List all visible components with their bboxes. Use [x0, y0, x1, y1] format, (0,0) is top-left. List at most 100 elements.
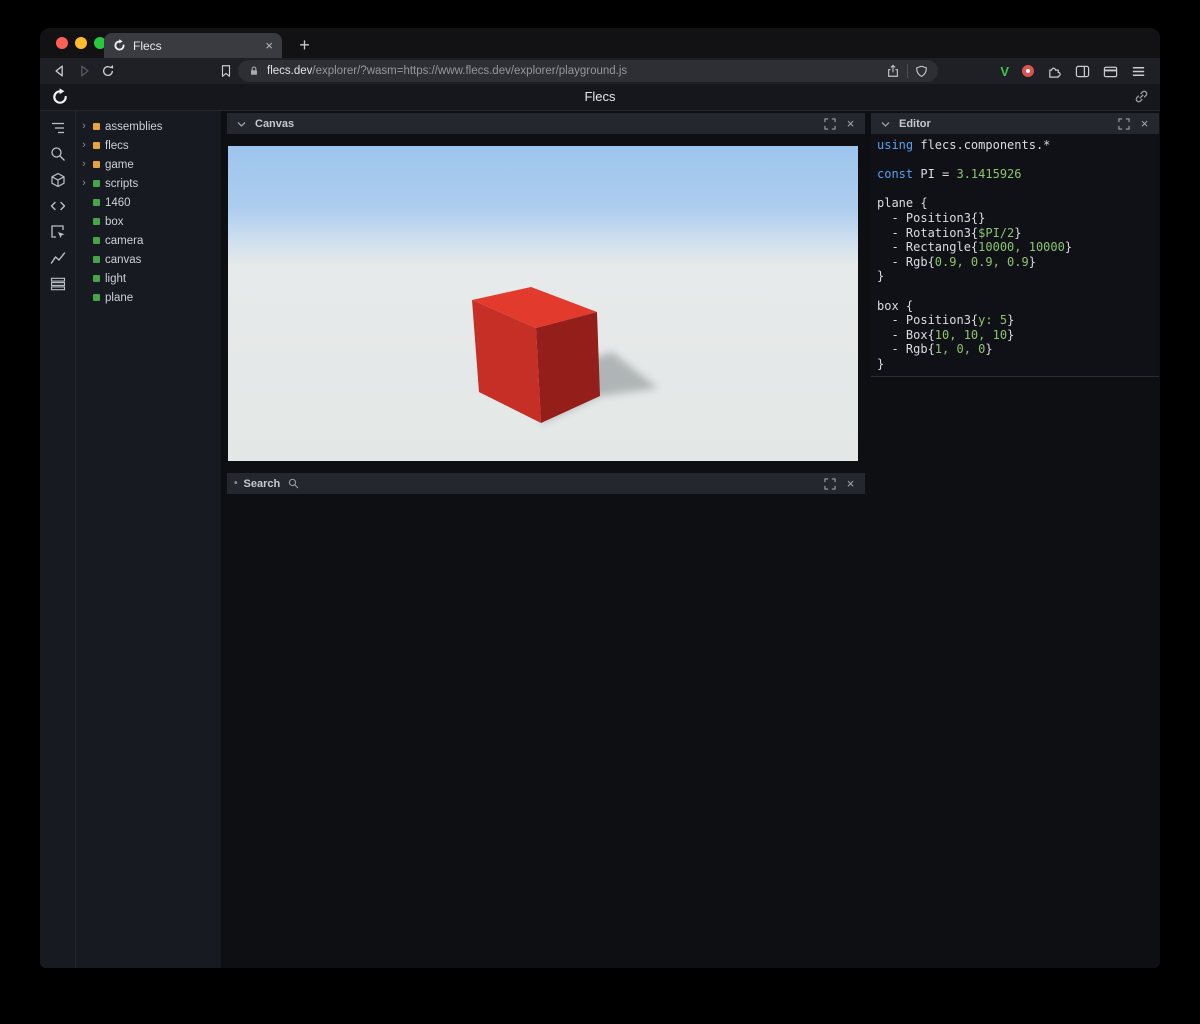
inspect-cursor-icon[interactable]: [50, 224, 66, 240]
fullscreen-icon[interactable]: [1116, 116, 1131, 131]
share-link-icon[interactable]: [1134, 89, 1149, 104]
close-panel-icon[interactable]: ×: [843, 116, 858, 131]
screenshot-root: Flecs × +: [0, 0, 1200, 1024]
red-extension-icon[interactable]: [1022, 65, 1034, 77]
editor-panel-title: Editor: [899, 118, 931, 130]
search-icon[interactable]: [50, 146, 66, 162]
fullscreen-icon[interactable]: [822, 116, 837, 131]
address-bar-divider: [907, 64, 908, 78]
queries-rows-icon[interactable]: [50, 276, 66, 292]
entities-cube-icon[interactable]: [50, 172, 66, 188]
tree-item-label: flecs: [105, 140, 129, 152]
code-line: [877, 284, 1159, 299]
close-panel-icon[interactable]: ×: [1137, 116, 1152, 131]
code-line: box {: [877, 299, 1159, 314]
tree-item-label: scripts: [105, 178, 138, 190]
entity-kind-icon: [93, 161, 100, 168]
outliner-icon[interactable]: [50, 120, 66, 136]
extensions-puzzle-icon[interactable]: [1047, 64, 1062, 79]
disclosure-chevron-icon[interactable]: ›: [80, 140, 88, 151]
bookmark-icon[interactable]: [218, 63, 234, 79]
close-window-button[interactable]: [56, 37, 68, 49]
fullscreen-icon[interactable]: [822, 476, 837, 491]
url-path: /explorer/?wasm=https://www.flecs.dev/ex…: [312, 65, 627, 77]
tree-item-flecs[interactable]: › flecs: [76, 136, 221, 155]
3d-viewport[interactable]: [228, 146, 858, 461]
code-line: - Rotation3{$PI/2}: [877, 226, 1159, 241]
code-line: - Rgb{1, 0, 0}: [877, 342, 1159, 357]
menu-icon[interactable]: [1131, 64, 1146, 79]
tree-item-assemblies[interactable]: › assemblies: [76, 117, 221, 136]
tree-item-light[interactable]: ›light: [76, 269, 221, 288]
code-line: - Rgb{0.9, 0.9, 0.9}: [877, 255, 1159, 270]
new-tab-button[interactable]: +: [292, 33, 317, 58]
search-panel-header[interactable]: • Search ×: [227, 473, 865, 494]
chevron-down-icon[interactable]: [234, 116, 249, 131]
code-line: [877, 153, 1159, 168]
tree-item-camera[interactable]: ›camera: [76, 231, 221, 250]
disclosure-chevron-icon[interactable]: ›: [80, 178, 88, 189]
tool-strip: [40, 111, 76, 968]
page-title: Flecs: [40, 84, 1160, 110]
code-line: plane {: [877, 196, 1159, 211]
canvas-panel-title: Canvas: [255, 118, 294, 130]
entity-kind-icon: [93, 237, 100, 244]
code-line: }: [877, 357, 1159, 372]
tree-item-1460[interactable]: ›1460: [76, 193, 221, 212]
code-line: - Position3{y: 5}: [877, 313, 1159, 328]
close-panel-icon[interactable]: ×: [843, 476, 858, 491]
entity-kind-icon: [93, 256, 100, 263]
tree-item-scripts[interactable]: › scripts: [76, 174, 221, 193]
collapsed-bullet-icon[interactable]: •: [234, 478, 238, 489]
address-bar[interactable]: flecs.dev/explorer/?wasm=https://www.fle…: [238, 60, 938, 82]
canvas-panel-header[interactable]: Canvas ×: [227, 113, 865, 134]
tab-favicon-icon: [113, 39, 126, 52]
app-header: Flecs: [40, 84, 1160, 111]
stats-chart-icon[interactable]: [50, 250, 66, 266]
browser-window: Flecs × +: [40, 28, 1160, 968]
tree-item-canvas[interactable]: ›canvas: [76, 250, 221, 269]
code-line: - Rectangle{10000, 10000}: [877, 240, 1159, 255]
search-panel-title: Search: [244, 478, 281, 490]
back-icon[interactable]: [52, 63, 68, 79]
code-line: - Box{10, 10, 10}: [877, 328, 1159, 343]
tree-item-box[interactable]: ›box: [76, 212, 221, 231]
window-controls: [56, 37, 106, 49]
tree-item-label: assemblies: [105, 121, 163, 133]
sidebar-toggle-icon[interactable]: [1075, 64, 1090, 79]
disclosure-chevron-icon[interactable]: ›: [80, 121, 88, 132]
code-icon[interactable]: [50, 198, 66, 214]
share-icon[interactable]: [886, 64, 900, 78]
code-line: [877, 182, 1159, 197]
editor-code[interactable]: using flecs.components.* const PI = 3.14…: [871, 134, 1159, 377]
brave-shield-icon[interactable]: [915, 65, 928, 78]
entity-kind-icon: [93, 123, 100, 130]
url-domain: flecs.dev: [267, 65, 312, 77]
tree-item-label: camera: [105, 235, 143, 247]
chevron-down-icon[interactable]: [878, 116, 893, 131]
tree-item-label: box: [105, 216, 124, 228]
reload-icon[interactable]: [100, 63, 116, 79]
tab-bar: Flecs × +: [40, 28, 1160, 58]
tab-close-icon[interactable]: ×: [265, 39, 273, 52]
entity-kind-icon: [93, 142, 100, 149]
entity-kind-icon: [93, 294, 100, 301]
url-text: flecs.dev/explorer/?wasm=https://www.fle…: [267, 65, 879, 77]
code-line: using flecs.components.*: [877, 138, 1159, 153]
wallet-icon[interactable]: [1103, 64, 1118, 79]
entity-tree: ›assemblies›flecs›game›scripts›1460›box›…: [76, 117, 221, 307]
browser-tab[interactable]: Flecs ×: [104, 33, 282, 58]
forward-icon[interactable]: [76, 63, 92, 79]
minimize-window-button[interactable]: [75, 37, 87, 49]
vimium-extension-icon[interactable]: V: [1000, 64, 1009, 79]
tree-item-label: 1460: [105, 197, 131, 209]
tree-item-plane[interactable]: ›plane: [76, 288, 221, 307]
entity-kind-icon: [93, 275, 100, 282]
disclosure-chevron-icon[interactable]: ›: [80, 159, 88, 170]
editor-panel-header[interactable]: Editor ×: [871, 113, 1159, 134]
lock-icon: [248, 65, 260, 77]
code-line: - Position3{}: [877, 211, 1159, 226]
left-sidebar: ›assemblies›flecs›game›scripts›1460›box›…: [40, 111, 221, 968]
code-line: }: [877, 269, 1159, 284]
tree-item-game[interactable]: ›game: [76, 155, 221, 174]
